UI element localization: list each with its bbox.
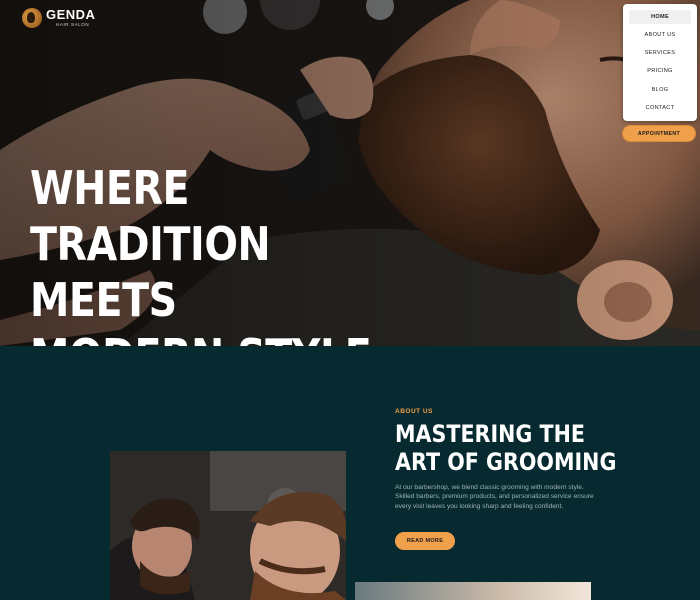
barber-head-logo-icon bbox=[22, 8, 42, 28]
section-eyebrow: ABOUT US bbox=[395, 408, 433, 415]
hero-title-line: WHERE bbox=[30, 161, 190, 215]
appointment-button[interactable]: APPOINTMENT bbox=[622, 125, 696, 142]
page: GENDA HAIR SALON WHERE TRADITION MEETS M… bbox=[0, 0, 700, 600]
about-title: MASTERING THE ART OF GROOMING bbox=[395, 420, 619, 476]
about-body-text: At our barbershop, we blend classic groo… bbox=[395, 484, 594, 510]
brand-tagline: HAIR SALON bbox=[56, 22, 90, 28]
barber-photo bbox=[110, 451, 346, 600]
nav-item-about-us[interactable]: ABOUT US bbox=[629, 28, 691, 46]
secondary-photo bbox=[355, 582, 591, 600]
read-more-button[interactable]: READ MORE bbox=[395, 532, 455, 550]
hero-title-line: TRADITION MEETS bbox=[30, 217, 271, 327]
nav-item-contact[interactable]: CONTACT bbox=[629, 101, 691, 119]
brand-name: GENDA bbox=[46, 7, 96, 23]
main-nav-menu: HOME ABOUT US SERVICES PRICING BLOG CONT… bbox=[623, 4, 697, 121]
hero-section: GENDA HAIR SALON WHERE TRADITION MEETS M… bbox=[0, 0, 700, 346]
nav-item-pricing[interactable]: PRICING bbox=[629, 64, 691, 82]
logo[interactable]: GENDA HAIR SALON bbox=[22, 8, 95, 28]
about-title-line: ART OF GROOMING bbox=[395, 448, 617, 476]
nav-item-home[interactable]: HOME bbox=[629, 10, 691, 24]
hero-title-line: MODERN STYLE bbox=[30, 328, 391, 346]
hero-title: WHERE TRADITION MEETS MODERN STYLE bbox=[30, 160, 391, 346]
nav-item-blog[interactable]: BLOG bbox=[629, 83, 691, 101]
barber-photo-image bbox=[110, 451, 346, 600]
nav-item-services[interactable]: SERVICES bbox=[629, 46, 691, 64]
logo-text: GENDA HAIR SALON bbox=[46, 8, 95, 28]
about-title-line: MASTERING THE bbox=[395, 420, 585, 448]
